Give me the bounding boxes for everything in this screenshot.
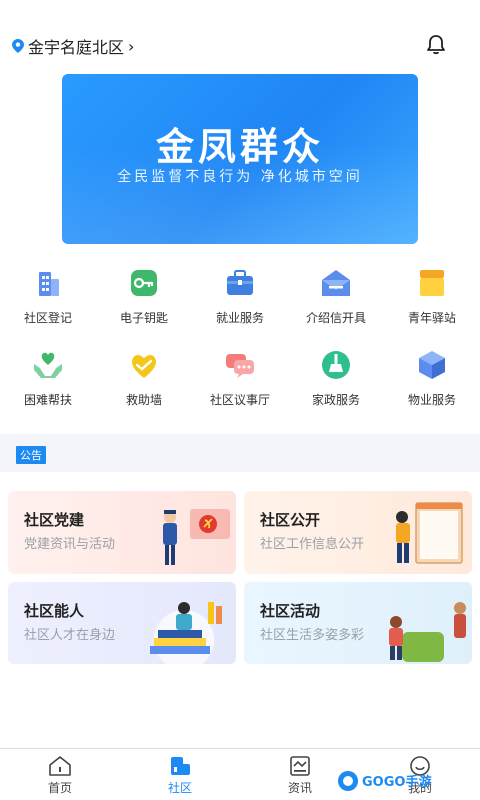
svg-text:GOGO手游网: GOGO手游网	[362, 774, 432, 790]
service-label: 就业服务	[215, 311, 264, 325]
top-bar: 金宇名庭北区 ›	[0, 28, 480, 64]
promo-banner[interactable]: 金凤群众 全民监督不良行为 净化城市空间	[62, 74, 418, 244]
gogo-watermark-logo: GOGO手游网	[338, 771, 432, 791]
card-community-disclosure[interactable]: 社区公开 社区工作信息公开	[244, 491, 472, 574]
notice-board-illustration-icon	[396, 502, 463, 564]
tab-community[interactable]: 社区	[120, 749, 240, 800]
letter-icon	[322, 270, 350, 296]
banner-title: 金凤群众	[155, 125, 324, 169]
card-subtitle: 党建资讯与活动	[24, 537, 116, 552]
card-title: 社区能人	[24, 602, 85, 620]
service-label: 救助墙	[125, 393, 162, 407]
tab-home[interactable]: 首页	[0, 749, 120, 800]
gardening-illustration-icon	[389, 602, 466, 662]
notification-bell-icon[interactable]	[426, 34, 446, 56]
home-icon	[49, 756, 71, 776]
heart-hands-icon	[34, 352, 62, 378]
service-tile-help-wall[interactable]: 救助墙	[96, 344, 192, 424]
card-party-building[interactable]: 社区党建 党建资讯与活动	[8, 491, 236, 574]
card-subtitle: 社区工作信息公开	[260, 537, 365, 552]
notice-bar[interactable]: 公告	[0, 434, 480, 472]
card-title: 社区党建	[24, 511, 85, 529]
service-tile-letter[interactable]: 介绍信开具	[288, 262, 384, 342]
tab-label: 首页	[47, 781, 72, 795]
police-illustration-icon	[163, 509, 230, 565]
service-label: 电子钥匙	[119, 311, 168, 325]
service-label: 青年驿站	[407, 311, 456, 325]
service-label: 社区登记	[23, 311, 72, 325]
card-subtitle: 社区人才在身边	[24, 628, 116, 643]
tab-label: 社区	[167, 781, 192, 795]
card-title: 社区活动	[260, 602, 321, 620]
card-community-activity[interactable]: 社区活动 社区生活多姿多彩	[244, 582, 472, 664]
service-tile-community-register[interactable]: 社区登记	[0, 262, 96, 342]
cube-icon	[419, 351, 445, 379]
building-icon	[39, 272, 59, 296]
service-tile-hardship-aid[interactable]: 困难帮扶	[0, 344, 96, 424]
service-tile-youth-station[interactable]: 青年驿站	[384, 262, 480, 342]
card-subtitle: 社区生活多姿多彩	[260, 628, 365, 643]
service-label: 家政服务	[311, 393, 360, 407]
reader-illustration-icon	[150, 602, 222, 664]
chevron-right-icon: ›	[128, 36, 135, 56]
service-tile-council-hall[interactable]: 社区议事厅	[192, 344, 288, 424]
card-community-talent[interactable]: 社区能人 社区人才在身边	[8, 582, 236, 664]
service-row: 社区登记 电子钥匙 就业服务 介绍信开具 青年驿站	[0, 262, 480, 342]
location-pin-icon	[12, 39, 24, 53]
location-name: 金宇名庭北区	[28, 38, 125, 57]
service-row: 困难帮扶 救助墙 社区议事厅 家政服务 物业服务	[0, 344, 480, 424]
youth-station-icon	[420, 270, 444, 296]
service-label: 物业服务	[407, 393, 456, 407]
service-label: 社区议事厅	[209, 393, 270, 407]
key-icon	[131, 270, 157, 296]
location-selector[interactable]: 金宇名庭北区 ›	[12, 34, 134, 58]
broom-icon	[322, 351, 350, 379]
chat-bubbles-icon	[226, 354, 254, 378]
service-tile-property[interactable]: 物业服务	[384, 344, 480, 424]
news-icon	[290, 756, 310, 776]
briefcase-icon	[227, 270, 253, 295]
service-tile-e-key[interactable]: 电子钥匙	[96, 262, 192, 342]
service-label: 介绍信开具	[305, 311, 366, 325]
handshake-heart-icon	[132, 355, 156, 378]
service-tile-housekeeping[interactable]: 家政服务	[288, 344, 384, 424]
service-tile-employment[interactable]: 就业服务	[192, 262, 288, 342]
card-title: 社区公开	[260, 511, 321, 529]
notice-badge: 公告	[16, 446, 46, 464]
banner-subtitle: 全民监督不良行为 净化城市空间	[117, 169, 363, 185]
service-label: 困难帮扶	[23, 393, 72, 407]
community-icon	[171, 757, 190, 775]
